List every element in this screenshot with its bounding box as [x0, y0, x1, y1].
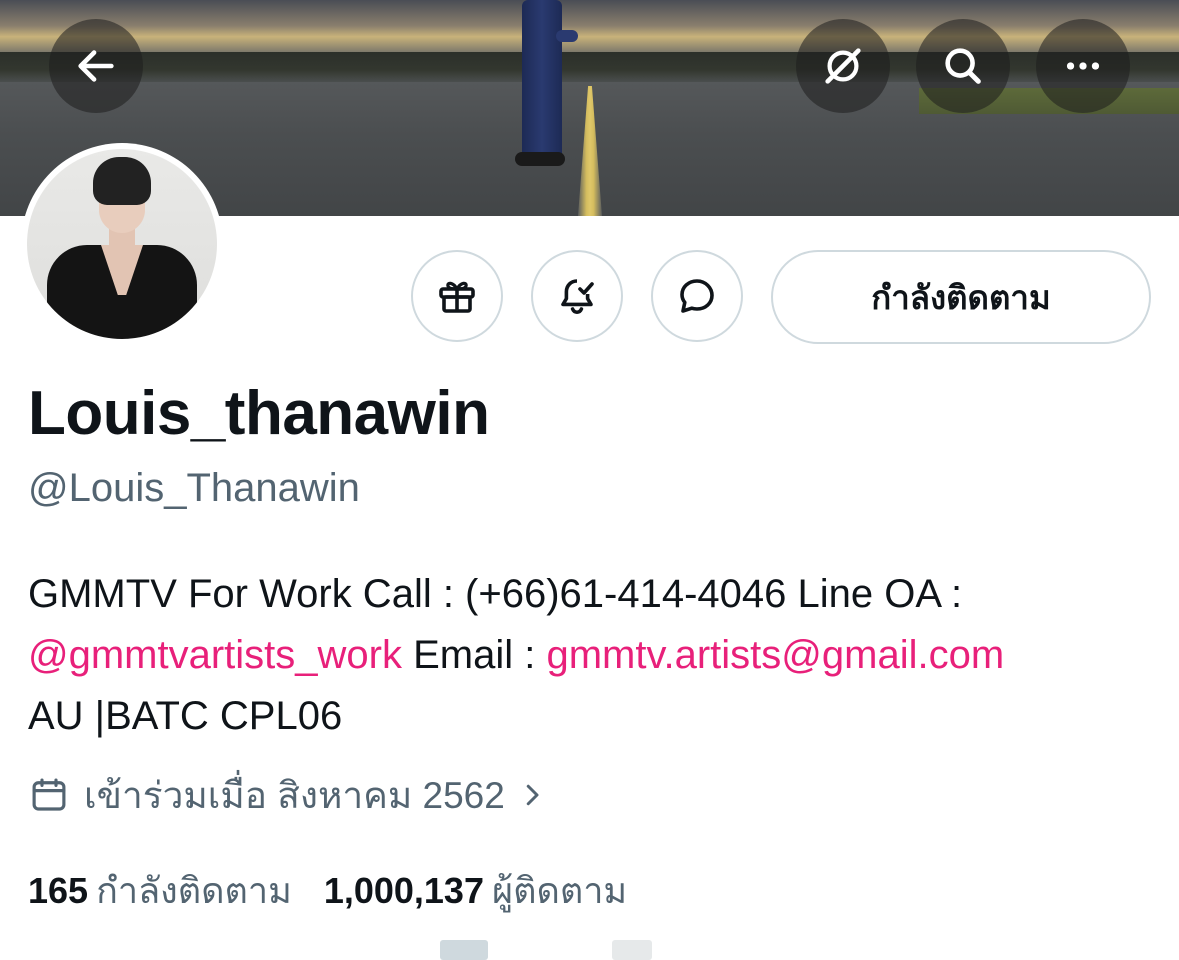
calendar-icon [32, 778, 66, 811]
joined-date-row[interactable]: เข้าร่วมเมื่อ สิงหาคม 2562 [28, 770, 561, 820]
message-icon [680, 279, 714, 313]
following-stat[interactable]: 165 กำลังติดตาม [28, 862, 292, 919]
bio-line-2: @gmmtvartists_work Email : gmmtv.artists… [28, 625, 1158, 686]
banner-person [522, 0, 562, 165]
more-horizontal-icon [1066, 62, 1100, 70]
line-oa-link[interactable]: @gmmtvartists_work [28, 633, 402, 677]
banner-person-shoes [515, 152, 565, 166]
bio-line-3: AU |BATC CPL06 [28, 694, 343, 738]
grok-icon [825, 48, 861, 84]
notification-button[interactable] [531, 250, 623, 342]
cut-off-row-fragment [612, 940, 652, 960]
follow-stats: 165 กำลังติดตาม 1,000,137 ผู้ติดตาม [28, 862, 627, 919]
arrow-left-icon [78, 50, 114, 82]
email-link[interactable]: gmmtv.artists@gmail.com [546, 633, 1004, 677]
banner-person-arm [556, 30, 578, 42]
gift-button[interactable] [411, 250, 503, 342]
followers-count: 1,000,137 [323, 870, 484, 911]
back-button[interactable] [49, 19, 143, 113]
gift-icon [439, 281, 475, 313]
more-button[interactable] [1036, 19, 1130, 113]
avatar[interactable] [21, 143, 223, 345]
bio-email-label: Email : [401, 633, 547, 677]
chevron-right-icon [526, 784, 539, 806]
profile-bio: GMMTV For Work Call : (+66)61-414-4046 L… [28, 564, 1158, 747]
user-handle: @Louis_Thanawin [28, 466, 360, 510]
display-name: Louis_thanawin [28, 379, 490, 448]
bell-check-icon [561, 279, 594, 315]
search-button[interactable] [916, 19, 1010, 113]
followers-label: ผู้ติดตาม [491, 870, 628, 911]
bio-line-1: GMMTV For Work Call : (+66)61-414-4046 L… [28, 572, 963, 616]
joined-date: เข้าร่วมเมื่อ สิงหาคม 2562 [84, 774, 505, 816]
following-count: 165 [28, 870, 89, 911]
search-icon [945, 48, 981, 84]
cut-off-row-fragment [440, 940, 488, 960]
followers-stat[interactable]: 1,000,137 ผู้ติดตาม [324, 862, 627, 919]
following-label: กำลังติดตาม [96, 870, 292, 911]
avatar-image [27, 149, 217, 339]
message-button[interactable] [651, 250, 743, 342]
grok-button[interactable] [796, 19, 890, 113]
following-button-label: กำลังติดตาม [871, 278, 1051, 316]
following-button[interactable]: กำลังติดตาม [771, 250, 1151, 344]
